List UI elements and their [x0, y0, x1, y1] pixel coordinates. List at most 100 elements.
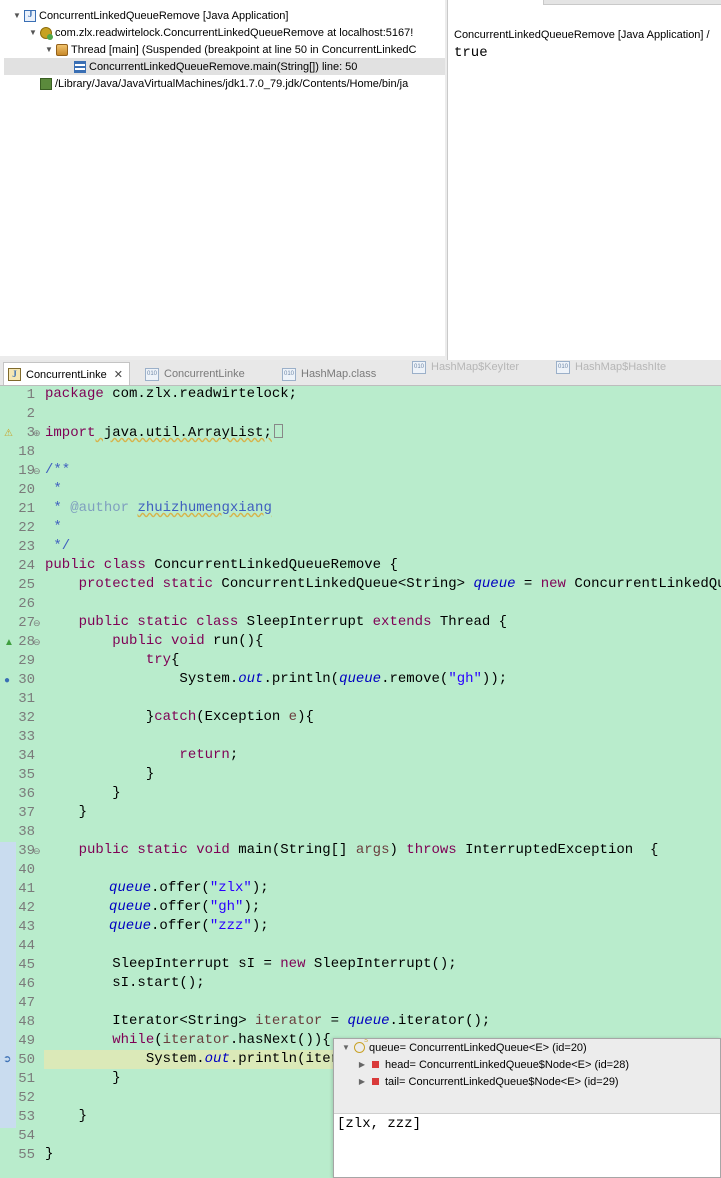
collapse-fold-icon[interactable]: ⊖ [33, 462, 43, 481]
field-queue[interactable]: queue [347, 1013, 389, 1029]
expand-arrow-icon[interactable]: ▼ [28, 28, 38, 37]
inspector-item-tail[interactable]: ▶ tail= ConcurrentLinkedQueue$Node<E> (i… [356, 1073, 619, 1090]
variable: sI [238, 956, 256, 972]
debug-frame-label: ConcurrentLinkedQueueRemove.main(String[… [89, 60, 358, 73]
inspector-item-queue[interactable]: ▼ queue= ConcurrentLinkedQueue<E> (id=20… [340, 1039, 587, 1056]
line-number: 52 [18, 1090, 35, 1106]
tab-hashmap-hashite[interactable]: 010 HashMap$HashIte [556, 360, 666, 379]
close-icon[interactable]: ✕ [114, 368, 123, 381]
string-literal: "zzz" [209, 918, 252, 934]
line-number: 24 [18, 558, 35, 574]
line-number: 42 [18, 900, 35, 916]
keyword: import [45, 425, 96, 441]
code-line-53: } [45, 1108, 88, 1124]
line-number: 29 [18, 653, 35, 669]
code-line-48: Iterator<String> iterator = queue.iterat… [45, 1013, 490, 1032]
inspector-detail-value[interactable]: [zlx, zzz] [337, 1116, 421, 1132]
warning-icon[interactable]: ⚠ [4, 424, 13, 443]
debug-stack-frame-item[interactable]: ConcurrentLinkedQueueRemove.main(String[… [4, 58, 445, 75]
variable: iterator [255, 1013, 323, 1029]
code-text: = [515, 576, 541, 592]
field-queue[interactable]: queue [109, 880, 151, 896]
code-line-21: * @author zhuizhumengxiang [45, 500, 271, 519]
code-text: SleepInterrupt(); [305, 956, 457, 972]
string-literal: "zlx" [209, 880, 252, 896]
tab-hashmap-keyiter[interactable]: 010 HashMap$KeyIter [412, 360, 519, 379]
line-number: 20 [18, 482, 35, 498]
collapse-fold-icon[interactable]: ⊖ [33, 633, 43, 652]
line-number: 55 [18, 1147, 35, 1163]
line-number: 47 [18, 995, 35, 1011]
field-queue[interactable]: queue [473, 576, 515, 592]
parameter: e [288, 709, 298, 725]
expand-arrow-icon[interactable]: ▼ [340, 1043, 352, 1052]
tab-concurrentlinke-java[interactable]: J ConcurrentLinke ✕ [3, 362, 130, 385]
tab-hashmap-class[interactable]: 010 HashMap.class [282, 362, 377, 385]
override-arrow-icon[interactable]: ▲ [4, 633, 14, 652]
line-number: 34 [18, 748, 35, 764]
code-line-19: /** [45, 462, 71, 478]
line-number: 21 [18, 501, 35, 517]
field-queue[interactable]: queue [109, 918, 151, 934]
debug-thread-label: Thread [main] (Suspended (breakpoint at … [71, 43, 417, 56]
console-process-label: ConcurrentLinkedQueueRemove [Java Applic… [454, 29, 710, 41]
instruction-pointer-icon[interactable]: ➲ [3, 1050, 11, 1069]
code-text: ; [229, 747, 239, 763]
class-file-icon: 010 [412, 360, 426, 374]
class-file-icon: 010 [282, 367, 296, 381]
code-text: ConcurrentLinkedQueue<String> [213, 576, 474, 592]
debug-thread-item[interactable]: ▼ Thread [main] (Suspended (breakpoint a… [44, 41, 416, 58]
code-line-45: SleepInterrupt sI = new SleepInterrupt()… [45, 956, 457, 975]
keyword: throws [406, 842, 457, 858]
line-number: 37 [18, 805, 35, 821]
code-text: )); [481, 671, 508, 687]
line-number: 22 [18, 520, 35, 536]
code-text: = [255, 956, 281, 972]
javadoc-tag: @author [70, 500, 130, 516]
line-number: 45 [18, 957, 35, 973]
line-number: 44 [18, 938, 35, 954]
collapsed-arrow-icon[interactable]: ▶ [356, 1060, 368, 1069]
code-text: Iterator<String> [45, 1013, 256, 1029]
debug-launch-item[interactable]: ▼ ConcurrentLinkedQueueRemove [Java Appl… [12, 7, 288, 24]
code-text: = [322, 1013, 348, 1029]
code-text: .println( [263, 671, 340, 687]
folded-imports-box[interactable] [273, 424, 283, 438]
line-number: 48 [18, 1014, 35, 1030]
field-queue[interactable]: queue [109, 899, 151, 915]
code-line-30: System.out.println(queue.remove("gh")); [45, 671, 507, 690]
variable-inspector-popup[interactable]: ▼ queue= ConcurrentLinkedQueue<E> (id=20… [333, 1038, 721, 1178]
keyword: public static class [45, 614, 239, 630]
debug-view: ▼ ConcurrentLinkedQueueRemove [Java Appl… [0, 0, 445, 356]
class-file-icon: 010 [556, 360, 570, 374]
debug-vm-item[interactable]: ▼ com.zlx.readwirtelock.ConcurrentLinked… [28, 24, 413, 41]
code-text: { [171, 652, 180, 668]
keyword: try [45, 652, 172, 668]
code-line-27: public static class SleepInterrupt exten… [45, 614, 508, 633]
collapsed-arrow-icon[interactable]: ▶ [356, 1077, 368, 1086]
code-text: SleepInterrupt [45, 956, 239, 972]
line-number: 2 [26, 406, 35, 422]
line-number: 38 [18, 824, 35, 840]
java-file-icon: J [8, 368, 21, 381]
breakpoint-icon[interactable]: ● [4, 671, 10, 690]
code-line-51: } [45, 1070, 121, 1086]
collapse-fold-icon[interactable]: ⊖ [33, 614, 43, 633]
tab-concurrentlinke-class[interactable]: 010 ConcurrentLinke [145, 362, 245, 385]
keyword: public class [45, 557, 146, 573]
debug-process-item[interactable]: /Library/Java/JavaVirtualMachines/jdk1.7… [38, 75, 408, 92]
console-output[interactable]: true [454, 45, 488, 61]
code-text: InterruptedException { [456, 842, 659, 858]
inspector-item-head[interactable]: ▶ head= ConcurrentLinkedQueue$Node<E> (i… [356, 1056, 629, 1073]
expand-arrow-icon[interactable]: ▼ [44, 45, 54, 54]
line-number: 54 [18, 1128, 35, 1144]
code-text: ); [243, 899, 261, 915]
line-number: 23 [18, 539, 35, 555]
string-literal: "gh" [448, 671, 482, 687]
expand-fold-icon[interactable]: ⊕ [33, 424, 43, 443]
field-queue[interactable]: queue [339, 671, 381, 687]
package-name: com.zlx.readwirtelock; [103, 386, 298, 402]
tab-label: HashMap.class [301, 368, 377, 380]
collapse-fold-icon[interactable]: ⊖ [33, 842, 43, 861]
expand-arrow-icon[interactable]: ▼ [12, 11, 22, 20]
